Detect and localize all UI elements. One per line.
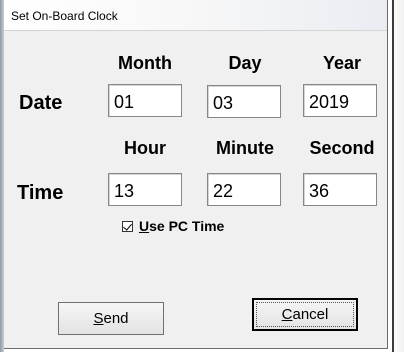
window-title: Set On-Board Clock: [11, 9, 118, 23]
year-field[interactable]: [303, 84, 377, 117]
title-bar[interactable]: Set On-Board Clock: [4, 0, 387, 31]
send-label-text: end: [103, 310, 129, 327]
hour-field[interactable]: [108, 173, 182, 206]
hour-header: Hour: [124, 138, 166, 158]
year-input[interactable]: [304, 85, 376, 116]
second-field[interactable]: [303, 173, 377, 206]
month-input[interactable]: [109, 85, 181, 116]
minute-header: Minute: [216, 138, 274, 158]
day-header: Day: [228, 53, 262, 73]
use-pc-time-mnemonic: U: [139, 218, 150, 234]
minute-field[interactable]: [207, 173, 281, 206]
second-header: Second: [309, 138, 375, 158]
date-label: Date: [19, 92, 63, 114]
background-stripe: [392, 0, 394, 352]
day-input[interactable]: [208, 86, 280, 117]
use-pc-time-label-text: se PC Time: [149, 218, 225, 234]
minute-input[interactable]: [208, 174, 280, 205]
month-header: Month: [118, 53, 172, 73]
background-desktop: [388, 0, 404, 352]
second-input[interactable]: [304, 174, 376, 205]
use-pc-time-label[interactable]: Use PC Time: [139, 218, 224, 234]
checkmark-icon: [123, 220, 132, 231]
year-header: Year: [322, 53, 362, 73]
send-mnemonic: S: [93, 310, 104, 327]
cancel-label-text: ancel: [292, 306, 329, 323]
dialog-window: Set On-Board Clock Month Day Year Date H…: [4, 0, 388, 349]
cancel-mnemonic: C: [281, 306, 293, 323]
hour-input[interactable]: [109, 174, 181, 205]
day-field[interactable]: [207, 85, 281, 118]
month-field[interactable]: [108, 84, 182, 117]
use-pc-time-checkbox-row[interactable]: Use PC Time: [122, 218, 224, 234]
time-label: Time: [17, 182, 64, 204]
use-pc-time-checkbox[interactable]: [122, 220, 133, 232]
cancel-button[interactable]: Cancel: [252, 298, 358, 331]
send-button[interactable]: Send: [58, 302, 164, 335]
